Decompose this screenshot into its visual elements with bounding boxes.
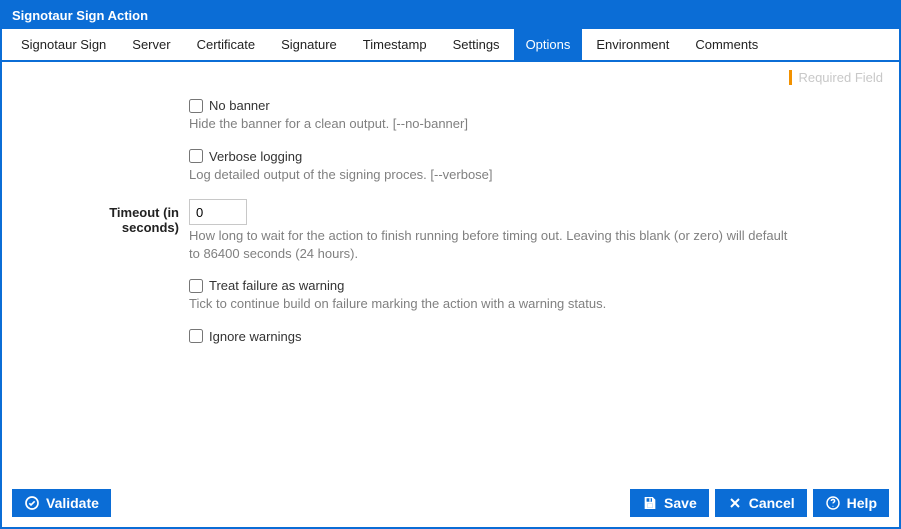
verbose-checkbox[interactable] [189, 149, 203, 163]
treat-failure-row: Treat failure as warning [189, 278, 794, 293]
treat-failure-label: Treat failure as warning [209, 278, 344, 293]
ignore-warnings-label: Ignore warnings [209, 329, 302, 344]
tab-signotaur-sign[interactable]: Signotaur Sign [9, 29, 118, 60]
help-button[interactable]: Help [813, 489, 889, 517]
title-bar: Signotaur Sign Action [2, 2, 899, 29]
options-form: No banner Hide the banner for a clean ou… [54, 98, 794, 344]
save-button[interactable]: Save [630, 489, 709, 517]
close-icon [727, 495, 743, 511]
tab-timestamp[interactable]: Timestamp [351, 29, 439, 60]
validate-button[interactable]: Validate [12, 489, 111, 517]
tab-signature[interactable]: Signature [269, 29, 349, 60]
cancel-button-label: Cancel [749, 495, 795, 511]
tab-bar: Signotaur Sign Server Certificate Signat… [2, 29, 899, 62]
tab-content: Required Field No banner Hide the banner… [2, 62, 899, 481]
treat-failure-description: Tick to continue build on failure markin… [189, 295, 794, 313]
required-field-legend: Required Field [789, 70, 883, 85]
validate-button-label: Validate [46, 495, 99, 511]
verbose-description: Log detailed output of the signing proce… [189, 166, 794, 184]
no-banner-label: No banner [209, 98, 270, 113]
tab-settings[interactable]: Settings [441, 29, 512, 60]
tab-certificate[interactable]: Certificate [185, 29, 268, 60]
tab-options[interactable]: Options [514, 29, 583, 60]
save-icon [642, 495, 658, 511]
help-button-label: Help [847, 495, 877, 511]
no-banner-row: No banner [189, 98, 794, 113]
check-circle-icon [24, 495, 40, 511]
verbose-row: Verbose logging [189, 149, 794, 164]
cancel-button[interactable]: Cancel [715, 489, 807, 517]
ignore-warnings-row: Ignore warnings [189, 329, 794, 344]
window-title: Signotaur Sign Action [12, 8, 148, 23]
timeout-label: Timeout (in seconds) [54, 199, 189, 235]
help-icon [825, 495, 841, 511]
tab-comments[interactable]: Comments [683, 29, 770, 60]
timeout-input[interactable] [189, 199, 247, 225]
tab-server[interactable]: Server [120, 29, 182, 60]
save-button-label: Save [664, 495, 697, 511]
no-banner-checkbox[interactable] [189, 99, 203, 113]
treat-failure-checkbox[interactable] [189, 279, 203, 293]
no-banner-description: Hide the banner for a clean output. [--n… [189, 115, 794, 133]
dialog-window: Signotaur Sign Action Signotaur Sign Ser… [0, 0, 901, 529]
verbose-label: Verbose logging [209, 149, 302, 164]
dialog-footer: Validate Save Cancel Help [2, 481, 899, 527]
tab-environment[interactable]: Environment [584, 29, 681, 60]
ignore-warnings-checkbox[interactable] [189, 329, 203, 343]
timeout-description: How long to wait for the action to finis… [189, 227, 794, 262]
